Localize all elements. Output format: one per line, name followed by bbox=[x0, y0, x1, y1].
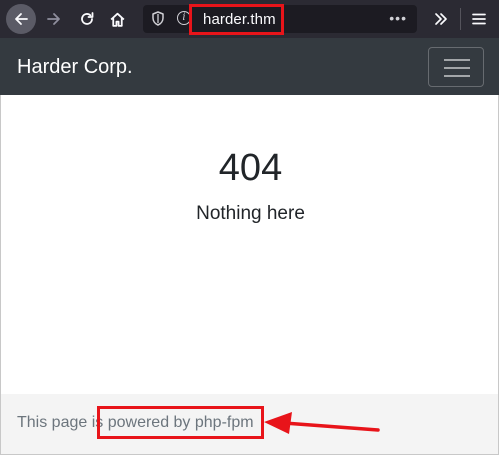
footer-highlight-box bbox=[97, 406, 264, 439]
error-code: 404 bbox=[218, 147, 283, 189]
home-icon bbox=[110, 12, 124, 27]
main-content: 404 Nothing here bbox=[0, 95, 499, 394]
overflow-menu-button[interactable] bbox=[426, 4, 456, 34]
double-chevron-right-icon bbox=[435, 13, 447, 25]
red-arrow-icon bbox=[264, 412, 380, 434]
reload-button[interactable] bbox=[72, 4, 102, 34]
hamburger-icon bbox=[472, 13, 486, 25]
site-navbar: Harder Corp. bbox=[0, 38, 499, 95]
forward-button[interactable] bbox=[39, 4, 69, 34]
hamburger-icon-bar bbox=[444, 75, 470, 77]
navbar-brand[interactable]: Harder Corp. bbox=[17, 56, 133, 79]
arrow-right-icon bbox=[47, 13, 60, 25]
toolbar-divider bbox=[460, 8, 461, 30]
reload-icon bbox=[81, 12, 94, 25]
app-menu-button[interactable] bbox=[464, 4, 494, 34]
page-actions-icon[interactable]: ••• bbox=[389, 10, 407, 26]
navbar-toggler-button[interactable] bbox=[428, 47, 484, 87]
hamburger-icon-bar bbox=[444, 59, 470, 61]
arrow-left-icon bbox=[15, 13, 28, 25]
tracking-protection-icon[interactable] bbox=[151, 11, 165, 31]
url-highlight-box bbox=[189, 4, 284, 35]
back-button[interactable] bbox=[6, 4, 36, 34]
home-button[interactable] bbox=[102, 4, 132, 34]
hamburger-icon-bar bbox=[444, 67, 470, 69]
error-message: Nothing here bbox=[196, 203, 305, 224]
